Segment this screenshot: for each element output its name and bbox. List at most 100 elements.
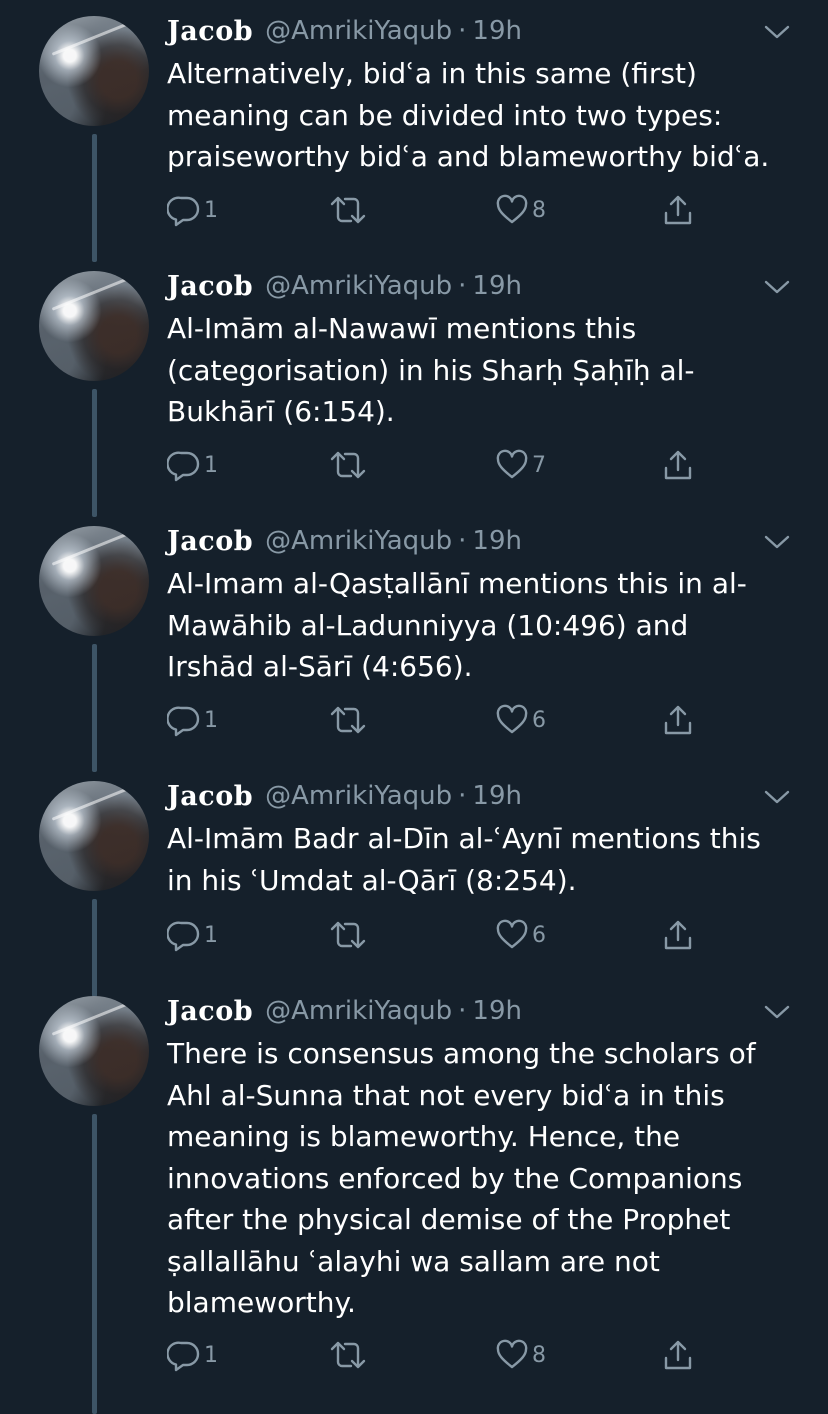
avatar[interactable]	[39, 526, 149, 636]
tweet-actions: 1 7	[167, 445, 707, 485]
tweet-text-line: There is consensus among the scholars of	[167, 1037, 756, 1070]
reply-button[interactable]: 1	[167, 915, 218, 955]
share-icon	[664, 450, 692, 480]
thread-line	[92, 134, 97, 262]
tweet-text: Alternatively, bidʿa in this same (first…	[167, 53, 797, 178]
chevron-down-icon[interactable]	[764, 1004, 790, 1020]
share-button[interactable]	[661, 445, 695, 485]
avatar[interactable]	[39, 16, 149, 126]
share-icon	[664, 195, 692, 225]
tweet-text-line: Alternatively, bidʿa in this same (first…	[167, 57, 697, 90]
thread-line	[92, 899, 97, 997]
like-button[interactable]: 6	[495, 915, 546, 955]
timestamp[interactable]: 19h	[472, 781, 522, 811]
retweet-icon	[330, 1341, 366, 1369]
thread-line	[92, 389, 97, 517]
reply-button[interactable]: 1	[167, 700, 218, 740]
tweet-text-line: blameworthy.	[167, 1286, 356, 1319]
share-icon	[664, 705, 692, 735]
display-name[interactable]: Jacob	[167, 996, 253, 1027]
share-button[interactable]	[661, 190, 695, 230]
tweet-text-line: meaning can be divided into two types:	[167, 98, 723, 132]
chevron-down-icon[interactable]	[764, 789, 790, 805]
tweet-text: Al-Imam al-Qasṭallānī mentions this in a…	[167, 563, 797, 688]
reply-icon	[167, 1341, 200, 1372]
timestamp[interactable]: 19h	[472, 996, 522, 1026]
tweet-text-line: Al-Imām Badr al-Dīn al-ʿAynī mentions th…	[167, 822, 761, 855]
tweet-text-line: innovations enforced by the Companions	[167, 1161, 743, 1195]
chevron-down-icon[interactable]	[764, 24, 790, 40]
display-name[interactable]: Jacob	[167, 16, 253, 47]
display-name[interactable]: Jacob	[167, 271, 253, 302]
chevron-down-icon[interactable]	[764, 534, 790, 550]
retweet-button[interactable]	[329, 445, 367, 485]
tweet-actions: 1 8	[167, 190, 707, 230]
like-count: 8	[532, 197, 546, 223]
tweet-header: Jacob @AmrikiYaqub · 19h	[167, 13, 788, 49]
reply-icon	[167, 451, 200, 482]
user-handle[interactable]: @AmrikiYaqub	[265, 781, 452, 811]
heart-icon	[496, 449, 528, 479]
like-button[interactable]: 8	[495, 190, 546, 230]
timestamp[interactable]: 19h	[472, 526, 522, 556]
tweet-text-line: in his ʿUmdat al-Qārī (8:254).	[167, 863, 577, 897]
tweet-text-line: ṣallallāhu ʿalayhi wa sallam are not	[167, 1244, 660, 1278]
share-button[interactable]	[661, 915, 695, 955]
tweet-header: Jacob @AmrikiYaqub · 19h	[167, 523, 788, 559]
like-button[interactable]: 8	[495, 1335, 546, 1375]
user-handle[interactable]: @AmrikiYaqub	[265, 996, 452, 1026]
reply-button[interactable]: 1	[167, 1335, 218, 1375]
avatar[interactable]	[39, 271, 149, 381]
retweet-button[interactable]	[329, 190, 367, 230]
tweet-text-line: Bukhārī (6:154).	[167, 395, 395, 428]
tweet-text: There is consensus among the scholars of…	[167, 1033, 797, 1324]
reply-count: 1	[204, 197, 218, 223]
tweet-actions: 1 8	[167, 1335, 707, 1375]
like-count: 7	[532, 452, 546, 478]
retweet-icon	[330, 451, 366, 479]
avatar[interactable]	[39, 781, 149, 891]
tweet-text-line: praiseworthy bidʿa and blameworthy bidʿa…	[167, 140, 770, 173]
tweet-text-line: meaning is blameworthy. Hence, the	[167, 1120, 681, 1153]
share-button[interactable]	[661, 1335, 695, 1375]
avatar[interactable]	[39, 996, 149, 1106]
reply-button[interactable]: 1	[167, 445, 218, 485]
display-name[interactable]: Jacob	[167, 781, 253, 812]
like-button[interactable]: 7	[495, 445, 546, 485]
separator-dot: ·	[458, 781, 467, 811]
retweet-button[interactable]	[329, 700, 367, 740]
timestamp[interactable]: 19h	[472, 16, 522, 46]
display-name[interactable]: Jacob	[167, 526, 253, 557]
user-handle[interactable]: @AmrikiYaqub	[265, 526, 452, 556]
user-handle[interactable]: @AmrikiYaqub	[265, 271, 452, 301]
like-button[interactable]: 6	[495, 700, 546, 740]
reply-icon	[167, 706, 200, 737]
heart-icon	[496, 704, 528, 734]
thread-line	[92, 644, 97, 772]
chevron-down-icon[interactable]	[764, 279, 790, 295]
separator-dot: ·	[458, 526, 467, 556]
separator-dot: ·	[458, 996, 467, 1026]
like-count: 6	[532, 707, 546, 733]
share-icon	[664, 1340, 692, 1370]
tweet-header: Jacob @AmrikiYaqub · 19h	[167, 268, 788, 304]
tweet-text-line: Ahl al-Sunna that not every bidʿa in thi…	[167, 1078, 725, 1112]
timestamp[interactable]: 19h	[472, 271, 522, 301]
tweet-text-line: Al-Imām al-Nawawī mentions this	[167, 312, 637, 345]
retweet-icon	[330, 196, 366, 224]
separator-dot: ·	[458, 271, 467, 301]
retweet-icon	[330, 706, 366, 734]
tweet-text-line: after the physical demise of the Prophet	[167, 1203, 731, 1236]
tweet-text: Al-Imām Badr al-Dīn al-ʿAynī mentions th…	[167, 818, 797, 901]
retweet-button[interactable]	[329, 1335, 367, 1375]
heart-icon	[496, 1339, 528, 1369]
reply-button[interactable]: 1	[167, 190, 218, 230]
retweet-button[interactable]	[329, 915, 367, 955]
tweet-text: Al-Imām al-Nawawī mentions this (categor…	[167, 308, 797, 433]
user-handle[interactable]: @AmrikiYaqub	[265, 16, 452, 46]
like-count: 6	[532, 922, 546, 948]
tweet-actions: 1 6	[167, 700, 707, 740]
share-button[interactable]	[661, 700, 695, 740]
share-icon	[664, 920, 692, 950]
tweet-text-line: Al-Imam al-Qasṭallānī mentions this in a…	[167, 567, 747, 600]
